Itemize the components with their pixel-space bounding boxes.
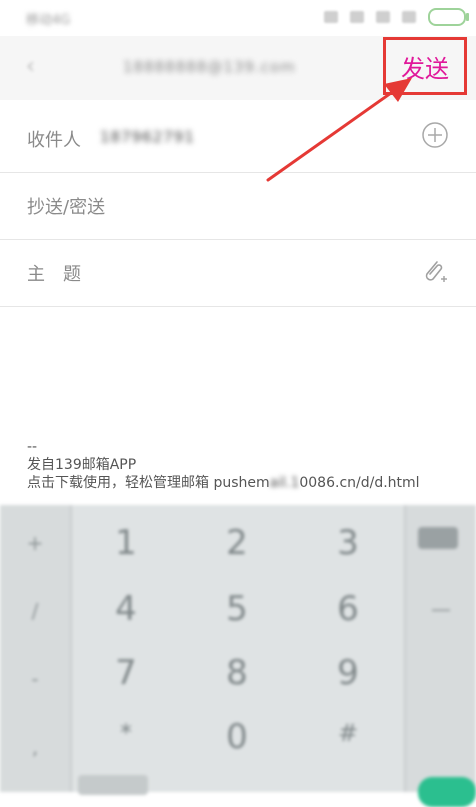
status-bar: 移动4G	[0, 0, 476, 36]
recipient-label: 收件人	[27, 130, 81, 151]
signature-line-1: 发自139邮箱APP	[27, 457, 137, 473]
recipient-value[interactable]: 187962791	[100, 128, 195, 146]
signature-line-2: 点击下载使用，轻松管理邮箱 pushemail.10086.cn/d/d.htm…	[27, 475, 420, 491]
key-slash[interactable]: /	[0, 599, 70, 623]
key-0[interactable]: 0	[182, 717, 292, 757]
key-2[interactable]: 2	[182, 523, 292, 563]
wifi-icon	[376, 11, 390, 23]
key-minus[interactable]: -	[0, 667, 70, 691]
sender-address: 18888888@139.com	[123, 58, 296, 76]
recipient-field[interactable]: 收件人 187962791	[0, 106, 476, 173]
plus-circle-icon[interactable]	[421, 121, 449, 149]
cc-bcc-field[interactable]: 抄送/密送	[0, 173, 476, 240]
key-9[interactable]: 9	[293, 653, 403, 693]
key-hash[interactable]: #	[293, 719, 403, 747]
key-1[interactable]: 1	[71, 523, 181, 563]
subject-label: 主 题	[27, 264, 81, 285]
backspace-icon[interactable]	[418, 527, 458, 549]
keyboard-enter-key[interactable]	[418, 777, 476, 807]
key-dash[interactable]: —	[406, 597, 476, 621]
key-5[interactable]: 5	[182, 589, 292, 629]
key-7[interactable]: 7	[71, 653, 181, 693]
paperclip-plus-icon[interactable]	[420, 257, 450, 287]
carrier-text: 移动4G	[26, 13, 71, 28]
key-plus[interactable]: +	[0, 531, 70, 555]
battery-icon	[428, 8, 469, 26]
subject-field[interactable]: 主 题	[0, 240, 476, 307]
compose-header: ‹ 18888888@139.com 发送	[0, 36, 476, 100]
signature-separator: --	[27, 439, 38, 455]
key-3[interactable]: 3	[293, 523, 403, 563]
key-8[interactable]: 8	[182, 653, 292, 693]
send-button[interactable]: 发送	[383, 37, 467, 95]
message-body[interactable]: -- 发自139邮箱APP 点击下载使用，轻松管理邮箱 pushemail.10…	[27, 438, 420, 492]
vibrate-icon	[350, 11, 364, 23]
key-comma[interactable]: ,	[0, 735, 70, 759]
back-arrow-icon[interactable]: ‹	[26, 56, 40, 78]
cc-bcc-label: 抄送/密送	[27, 197, 106, 218]
send-label: 发送	[401, 54, 449, 83]
keyboard-switch-key[interactable]	[78, 775, 148, 795]
numeric-keyboard: + / - , — 1 2 3 4 5 6 7 8 9 * 0 #	[0, 505, 476, 807]
status-icons	[324, 8, 469, 26]
alarm-icon	[324, 11, 338, 23]
signal-icon	[402, 11, 416, 23]
key-4[interactable]: 4	[71, 589, 181, 629]
key-6[interactable]: 6	[293, 589, 403, 629]
key-star[interactable]: *	[71, 719, 181, 747]
